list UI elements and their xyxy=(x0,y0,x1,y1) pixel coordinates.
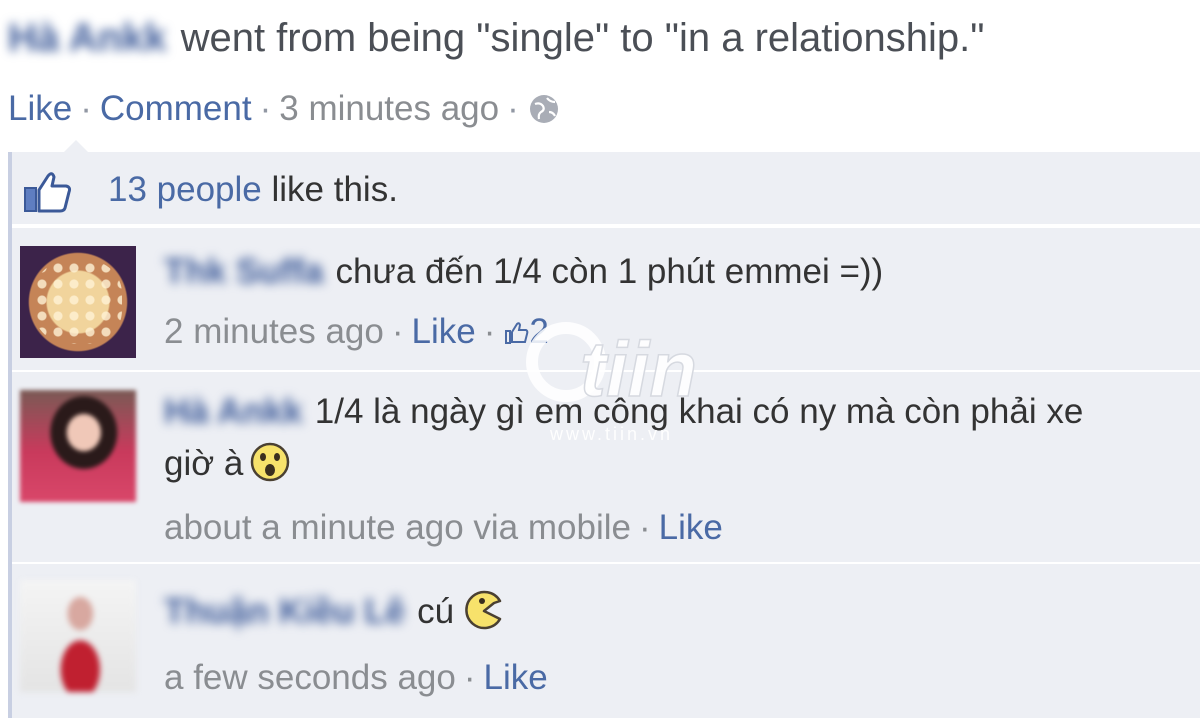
comment-link[interactable]: Comment xyxy=(100,89,252,128)
comment-item: Thuận Kiều Lê cú a few seconds ago · Like xyxy=(12,562,1200,720)
like-count-value: 2 xyxy=(529,312,549,351)
comment-timestamp[interactable]: a few seconds ago xyxy=(164,658,456,697)
comment-item: Hà Ankk 1/4 là ngày gì em công khai có ny… xyxy=(12,370,1200,562)
globe-icon[interactable] xyxy=(527,92,561,138)
separator: · xyxy=(638,508,651,547)
comment-body: Thk Suffa chưa đến 1/4 còn 1 phút emmei =… xyxy=(164,248,1200,356)
comment-author-link[interactable]: Thuận Kiều Lê xyxy=(164,592,405,631)
comment-line: Hà Ankk 1/4 là ngày gì em công khai có ny… xyxy=(164,388,1200,436)
likes-count-link[interactable]: 13 people xyxy=(108,170,262,209)
comment-body: Thuận Kiều Lê cú a few seconds ago · Like xyxy=(164,588,1200,702)
pacman-emoticon-icon xyxy=(460,589,504,644)
story-timestamp[interactable]: 3 minutes ago xyxy=(279,89,499,128)
thumbs-up-icon xyxy=(22,170,74,219)
separator: · xyxy=(259,89,272,128)
avatar[interactable] xyxy=(20,390,136,502)
likes-summary: 13 people like this. xyxy=(108,168,398,212)
comment-meta: 2 minutes ago · Like · 2 xyxy=(164,308,1200,356)
comment-body: Hà Ankk 1/4 là ngày gì em công khai có ny… xyxy=(164,388,1200,552)
comment-author-link[interactable]: Thk Suffa xyxy=(164,252,323,291)
avatar[interactable] xyxy=(20,246,136,358)
comment-line: Thk Suffa chưa đến 1/4 còn 1 phút emmei =… xyxy=(164,248,1200,296)
comment-like-count[interactable]: 2 xyxy=(503,312,549,351)
comment-item: Thk Suffa chưa đến 1/4 còn 1 phút emmei =… xyxy=(12,226,1200,370)
separator: · xyxy=(463,658,476,697)
comment-text-continued: giờ à xyxy=(164,444,244,483)
comment-like-link[interactable]: Like xyxy=(659,508,723,547)
comment-text: 1/4 là ngày gì em công khai có ny mà còn… xyxy=(314,392,1084,431)
comment-text: cú xyxy=(417,592,455,631)
story-actor-link[interactable]: Hà Ankk xyxy=(8,16,167,60)
story-text: went from being "single" to "in a relati… xyxy=(180,16,985,60)
comment-like-link[interactable]: Like xyxy=(484,658,548,697)
likes-row: 13 people like this. xyxy=(12,152,1200,226)
comment-meta: about a minute ago via mobile · Like xyxy=(164,504,1200,552)
comment-timestamp[interactable]: about a minute ago via mobile xyxy=(164,508,631,547)
separator: · xyxy=(507,89,519,128)
comment-like-link[interactable]: Like xyxy=(412,312,476,351)
likes-suffix: like this. xyxy=(261,170,398,209)
comment-timestamp[interactable]: 2 minutes ago xyxy=(164,312,384,351)
avatar[interactable] xyxy=(20,580,136,692)
like-link[interactable]: Like xyxy=(8,89,72,128)
comment-author-link[interactable]: Hà Ankk xyxy=(164,392,303,431)
comment-line: giờ à xyxy=(164,440,1200,496)
gasp-emoticon-icon xyxy=(249,441,291,496)
comment-text: chưa đến 1/4 còn 1 phút emmei =)) xyxy=(335,252,884,291)
separator: · xyxy=(483,312,496,351)
story-actions: Like · Comment · 3 minutes ago · xyxy=(8,86,561,138)
separator: · xyxy=(80,89,92,128)
thumbs-up-icon xyxy=(505,322,529,344)
ufi-pointer xyxy=(64,140,88,152)
separator: · xyxy=(391,312,404,351)
comment-meta: a few seconds ago · Like xyxy=(164,654,1200,702)
comment-line: Thuận Kiều Lê cú xyxy=(164,588,1200,644)
story-line: Hà Ankk went from being "single" to "in a… xyxy=(8,12,984,64)
comments-panel: 13 people like this. Thk Suffa chưa đến 1… xyxy=(8,152,1200,718)
